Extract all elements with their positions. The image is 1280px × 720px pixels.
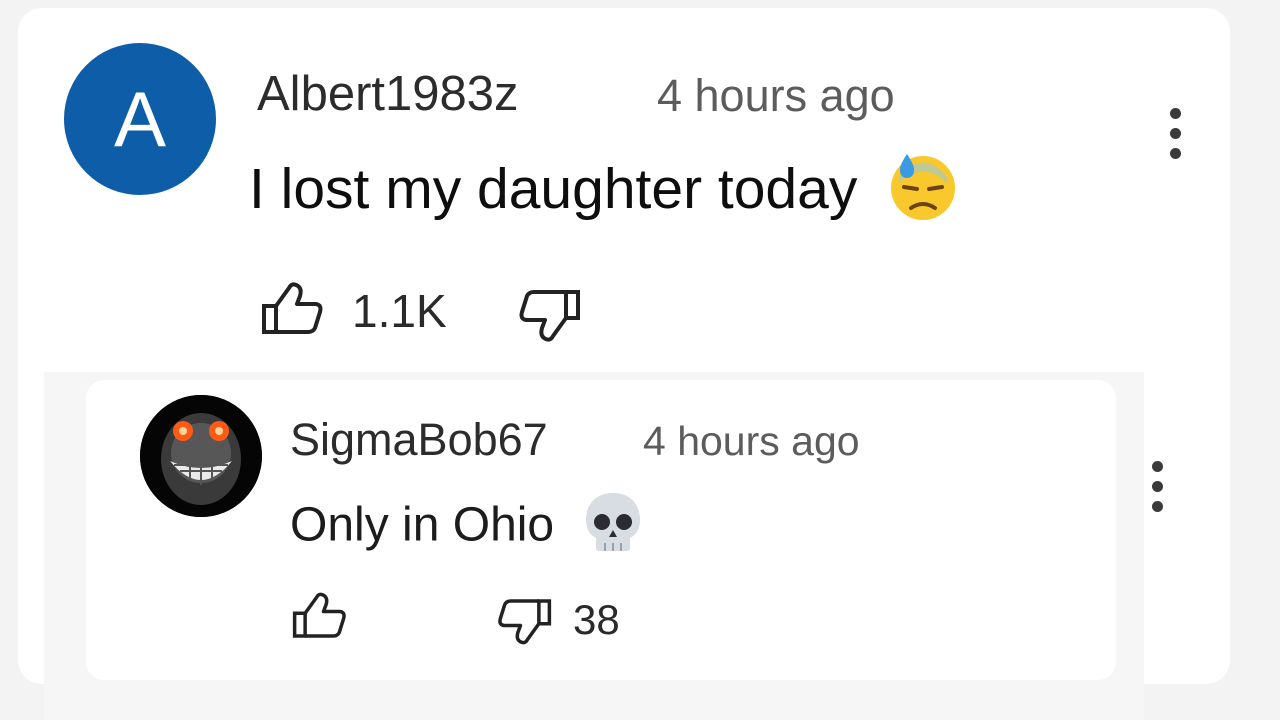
reply-body: Only in Ohio (290, 498, 555, 552)
comment-body: I lost my daughter today (249, 157, 858, 222)
avatar-letter: A (113, 74, 167, 163)
dislike-button[interactable] (517, 288, 581, 349)
dislike-count: 38 (573, 596, 620, 643)
dislike-button[interactable] (496, 597, 552, 652)
reply-username[interactable]: SigmaBob67 (290, 414, 548, 466)
thumbs-down-icon (519, 290, 580, 342)
comment-text: I lost my daughter today (249, 150, 959, 236)
more-vert-icon[interactable] (1163, 108, 1187, 168)
comment-timestamp[interactable]: 4 hours ago (657, 70, 895, 122)
like-button[interactable] (292, 590, 348, 645)
avatar[interactable] (140, 395, 262, 517)
grinning-troll-face-icon (140, 395, 262, 517)
downcast-face-with-sweat-icon (887, 150, 959, 236)
avatar[interactable]: A (64, 43, 216, 195)
comment-username[interactable]: Albert1983z (257, 66, 519, 122)
like-count: 1.1K (352, 285, 447, 337)
thumbs-up-icon (262, 282, 323, 334)
thumbs-down-icon (498, 599, 552, 645)
more-vert-icon[interactable] (1145, 461, 1169, 521)
reply-timestamp[interactable]: 4 hours ago (643, 418, 860, 465)
thumbs-up-icon (292, 592, 346, 638)
like-button[interactable] (261, 280, 325, 341)
reply-text: Only in Ohio (290, 490, 645, 566)
skull-icon (581, 490, 645, 566)
